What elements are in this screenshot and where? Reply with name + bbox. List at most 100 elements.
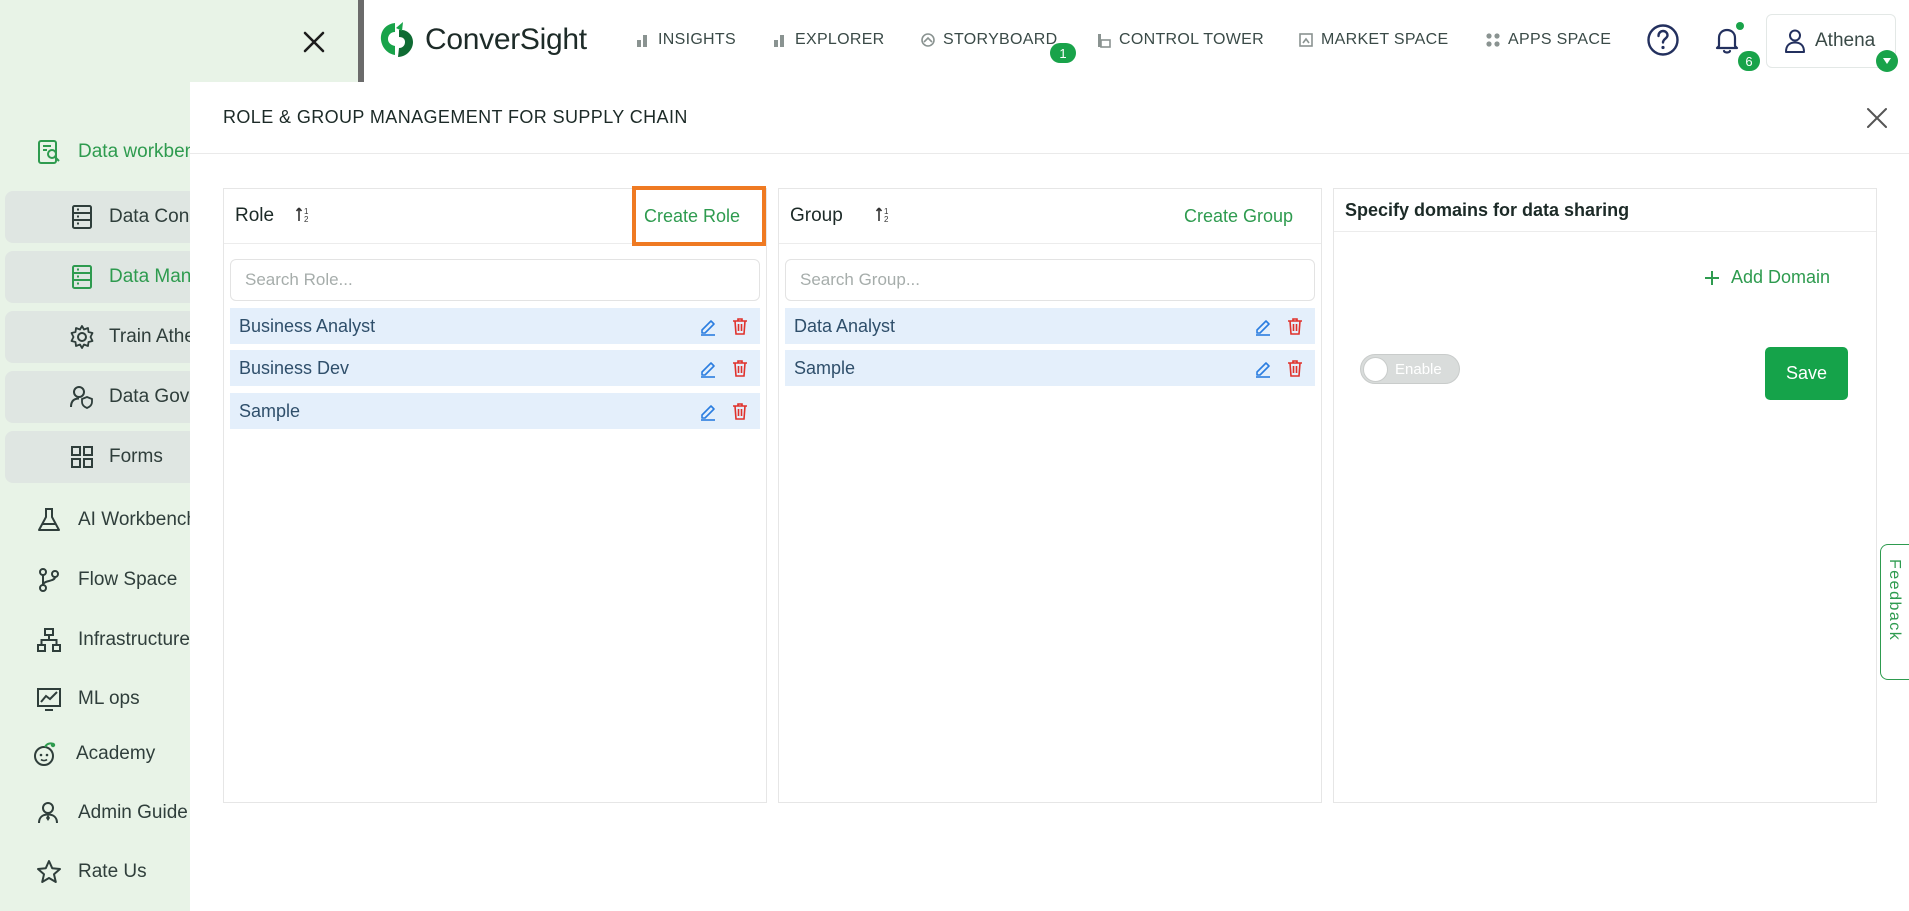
role-label: Business Dev [239, 357, 350, 378]
star-icon [37, 860, 61, 883]
enable-toggle[interactable]: Enable [1360, 354, 1460, 384]
divider [358, 0, 364, 82]
edit-icon[interactable] [698, 358, 718, 378]
bar-chart-icon [774, 35, 784, 47]
sidebar-item-data-workbench[interactable]: Data workbench [0, 130, 190, 174]
sidebar-item-forms[interactable]: Forms [5, 431, 190, 483]
conversight-logo[interactable]: ConverSight [377, 18, 587, 62]
role-group-panel: ROLE & GROUP MANAGEMENT FOR SUPPLY CHAIN… [190, 82, 1909, 911]
apps-space-icon [1486, 33, 1500, 47]
sidebar-item-label: Forms [109, 446, 163, 467]
notification-dot [1736, 22, 1744, 30]
bar-chart-icon [637, 35, 647, 47]
role-label: Business Analyst [239, 315, 376, 336]
feedback-tab[interactable]: Feedback [1880, 544, 1909, 680]
sidebar-item-label: ML ops [78, 688, 140, 709]
trash-icon[interactable] [730, 401, 750, 421]
sidebar-item-label: Data workbench [78, 141, 190, 162]
edit-icon[interactable] [698, 316, 718, 336]
branch-icon [39, 568, 59, 592]
flask-icon [38, 508, 60, 531]
plus-icon [1705, 270, 1719, 285]
sidebar-item-label: Rate Us [78, 861, 147, 882]
brand-name: ConverSight [425, 23, 587, 56]
academy-icon [34, 742, 56, 766]
sidebar-item-rate-us[interactable]: Rate Us [0, 850, 147, 894]
domains-header: Specify domains for data sharing [1334, 189, 1876, 232]
add-domain-label: Add Domain [1731, 267, 1831, 287]
trash-icon[interactable] [1285, 316, 1305, 336]
nav-explorer[interactable]: EXPLORER [772, 28, 885, 52]
trash-icon[interactable] [730, 316, 750, 336]
group-title: Group [790, 205, 843, 226]
create-role-highlight [632, 186, 766, 246]
sidebar-item-train-athena[interactable]: Train Athena [5, 311, 190, 363]
edit-icon[interactable] [698, 401, 718, 421]
nav-apps-space[interactable]: APPS SPACE [1485, 28, 1611, 52]
role-column: Role 1 2 Create Role Business Analyst Bu… [223, 186, 767, 803]
user-shield-icon [70, 386, 93, 409]
feedback-label: Feedback [1886, 559, 1903, 642]
data-workbench-icon [38, 140, 60, 164]
sort-icon[interactable]: 1 2 [294, 205, 314, 225]
group-header: Group 1 2 Create Group [779, 189, 1321, 244]
help-icon[interactable] [1646, 23, 1680, 57]
group-label: Data Analyst [794, 315, 896, 336]
create-group-button[interactable]: Create Group [1184, 206, 1293, 227]
panel-header: ROLE & GROUP MANAGEMENT FOR SUPPLY CHAIN [190, 82, 1909, 154]
nav-insights[interactable]: INSIGHTS [635, 28, 736, 52]
role-label: Sample [239, 400, 301, 421]
sidebar-item-label: Train Athena [109, 326, 190, 347]
edit-icon[interactable] [1253, 358, 1273, 378]
nav-storyboard[interactable]: STORYBOARD [920, 28, 1057, 52]
sidebar-item-label: Academy [76, 743, 156, 764]
sidebar-item-flow-space[interactable]: Flow Space [0, 558, 177, 602]
sidebar-item-data-management[interactable]: Data Management [5, 251, 190, 303]
close-icon[interactable] [1864, 105, 1890, 131]
sidebar-item-label: Flow Space [78, 569, 178, 590]
sidebar-item-data-connectors[interactable]: Data Connectors [5, 191, 190, 243]
storyboard-badge: 1 [1050, 43, 1076, 63]
nav-label: MARKET SPACE [1321, 31, 1449, 48]
sidebar-item-label: Infrastructure [78, 629, 190, 650]
sidebar-item-ml-ops[interactable]: ML ops [0, 677, 140, 721]
nav-label: APPS SPACE [1508, 31, 1612, 48]
notification-badge: 6 [1738, 51, 1760, 71]
close-sidebar-icon[interactable] [298, 26, 330, 58]
svg-text:2: 2 [884, 215, 889, 224]
market-space-icon [1299, 33, 1313, 47]
sidebar-item-ai-workbench[interactable]: AI Workbench [0, 498, 190, 542]
toggle-knob [1363, 357, 1388, 382]
role-row[interactable]: Sample [230, 393, 760, 429]
admin-icon [38, 802, 58, 824]
chart-line-icon [37, 688, 61, 711]
sidebar-item-academy[interactable]: Academy [0, 732, 155, 776]
save-button[interactable]: Save [1765, 347, 1848, 400]
group-label: Sample [794, 357, 856, 378]
database-icon [72, 205, 92, 229]
nav-market-space[interactable]: MARKET SPACE [1298, 28, 1448, 52]
sidebar-item-label: Admin Guide [78, 802, 188, 823]
sort-icon[interactable]: 1 2 [874, 205, 894, 225]
sidebar-item-data-governance[interactable]: Data Governance [5, 371, 190, 423]
search-role-input[interactable] [230, 259, 760, 301]
conversight-logo-icon [380, 22, 413, 57]
trash-icon[interactable] [730, 358, 750, 378]
sidebar-item-admin-guide[interactable]: Admin Guide [0, 791, 188, 835]
sidebar-item-infrastructure[interactable]: Infrastructure [0, 618, 190, 662]
nav-label: INSIGHTS [658, 31, 736, 48]
trash-icon[interactable] [1285, 358, 1305, 378]
grid-icon [71, 446, 93, 468]
role-row[interactable]: Business Dev [230, 350, 760, 386]
nav-control-tower[interactable]: CONTROL TOWER [1096, 28, 1264, 52]
control-tower-icon [1098, 34, 1111, 48]
role-row[interactable]: Business Analyst [230, 308, 760, 344]
user-menu-chevron-down-icon[interactable] [1876, 50, 1898, 72]
group-row[interactable]: Sample [785, 350, 1315, 386]
search-group-input[interactable] [785, 259, 1315, 301]
edit-icon[interactable] [1253, 316, 1273, 336]
group-row[interactable]: Data Analyst [785, 308, 1315, 344]
sitemap-icon [37, 628, 61, 652]
add-domain-button[interactable]: Add Domain [1703, 267, 1830, 288]
panel-title: ROLE & GROUP MANAGEMENT FOR SUPPLY CHAIN [223, 107, 688, 127]
